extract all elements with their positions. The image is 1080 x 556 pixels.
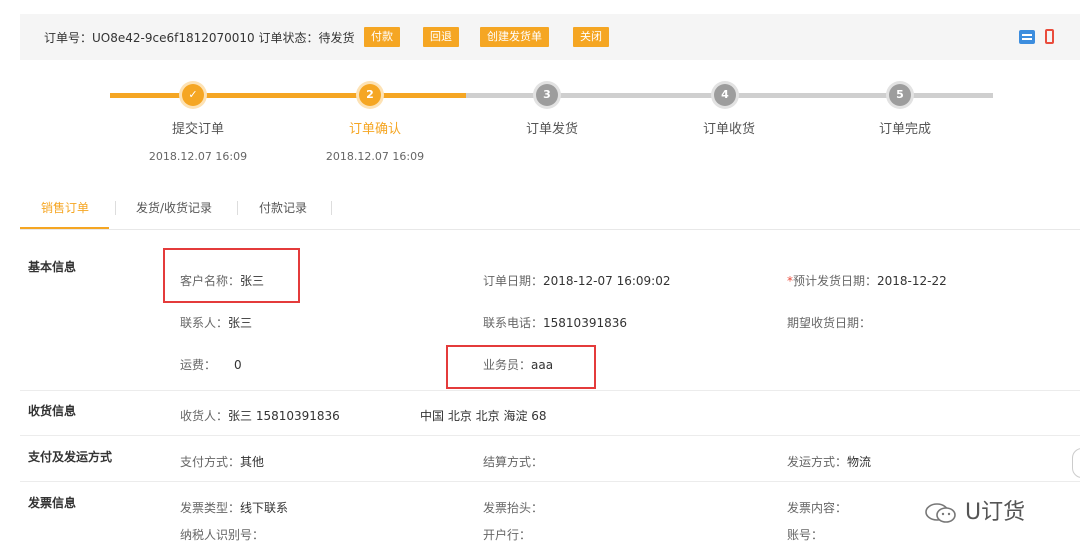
settlement-method-label: 结算方式：	[483, 455, 544, 469]
list-icon[interactable]	[1019, 30, 1035, 44]
create-shipment-button[interactable]: 创建发货单	[480, 27, 549, 47]
step-4-label: 订单收货	[702, 122, 755, 137]
section-invoice-info: 发票信息	[28, 496, 77, 510]
order-status-label: 订单状态：	[258, 31, 319, 45]
progress-track-done	[110, 93, 466, 98]
taxpayer-id-label: 纳税人识别号：	[180, 528, 265, 542]
receiver-value: 张三 15810391836	[228, 409, 340, 423]
account-label: 账号：	[787, 528, 824, 542]
order-header-bar: 订单号：UO8e42-9ce6f1812070010 订单状态：待发货 付款 回…	[20, 14, 1080, 60]
order-status: 待发货	[318, 31, 355, 45]
invoice-title-field: 发票抬头：	[483, 499, 543, 516]
freight-label: 运费：	[180, 358, 217, 372]
phone-value: 15810391836	[543, 316, 627, 330]
section-basic-info: 基本信息	[28, 260, 77, 274]
invoice-type-field: 发票类型：线下联系	[180, 499, 288, 516]
step-5-marker: 5	[889, 84, 911, 106]
receiver-field: 收货人：张三 15810391836	[180, 407, 340, 424]
step-3-marker: 3	[536, 84, 558, 106]
step-3-label: 订单发货	[525, 122, 578, 137]
contact-field: 联系人：张三	[180, 314, 252, 331]
receiver-label: 收货人：	[180, 409, 229, 423]
invoice-content-field: 发票内容：	[787, 499, 847, 516]
shipping-method-field: 发运方式：物流	[787, 453, 871, 470]
step-2-label: 订单确认	[348, 122, 401, 137]
order-date-field: 订单日期：2018-12-07 16:09:02	[483, 272, 670, 289]
invoice-content-label: 发票内容：	[787, 501, 848, 515]
order-number: UO8e42-9ce6f1812070010	[92, 31, 255, 45]
pay-button[interactable]: 付款	[364, 27, 400, 47]
expected-receive-date-label: 期望收货日期：	[787, 316, 872, 330]
account-field: 账号：	[787, 526, 823, 543]
highlight-box-salesperson	[446, 345, 596, 389]
expected-receive-date-field: 期望收货日期：	[787, 314, 871, 331]
step-2-time: 2018.12.07 16:09	[325, 150, 425, 163]
contact-label: 联系人：	[180, 316, 229, 330]
taxpayer-id-field: 纳税人识别号：	[180, 526, 264, 543]
invoice-type-label: 发票类型：	[180, 501, 241, 515]
section-receive-info: 收货信息	[28, 404, 77, 418]
order-date-value: 2018-12-07 16:09:02	[543, 274, 671, 288]
shipping-method-label: 发运方式：	[787, 455, 848, 469]
tab-sales-order[interactable]: 销售订单	[41, 199, 89, 216]
payment-method-value: 其他	[240, 455, 265, 469]
invoice-title-label: 发票抬头：	[483, 501, 544, 515]
row-divider	[20, 481, 1080, 482]
tab-divider	[115, 201, 116, 215]
tab-shipping-records[interactable]: 发货/收货记录	[136, 199, 212, 216]
bank-field: 开户行：	[483, 526, 531, 543]
shipping-method-value: 物流	[847, 455, 872, 469]
receive-address: 中国 北京 北京 海淀 68	[420, 409, 547, 423]
row-divider	[20, 390, 1080, 391]
watermark: U订货	[924, 494, 1025, 526]
contact-value: 张三	[228, 316, 253, 330]
watermark-text: U订货	[965, 500, 1026, 525]
payment-method-label: 支付方式：	[180, 455, 241, 469]
wechat-icon	[925, 503, 956, 523]
close-order-button[interactable]: 关闭	[573, 27, 609, 47]
phone-label: 联系电话：	[483, 316, 544, 330]
expected-ship-date-label: 预计发货日期：	[793, 274, 878, 288]
tab-divider	[237, 201, 238, 215]
step-2-marker: 2	[359, 84, 381, 106]
tab-divider	[331, 201, 332, 215]
order-info: 订单号：UO8e42-9ce6f1812070010 订单状态：待发货	[44, 29, 355, 46]
mobile-icon[interactable]	[1045, 29, 1054, 44]
step-1-check-icon: ✓	[182, 84, 204, 106]
tab-payment-records[interactable]: 付款记录	[259, 199, 307, 216]
row-divider	[20, 435, 1080, 436]
phone-field: 联系电话：15810391836	[483, 314, 627, 331]
settlement-method-field: 结算方式：	[483, 453, 543, 470]
tabs-divider-line	[20, 229, 1080, 230]
step-1-time: 2018.12.07 16:09	[148, 150, 248, 163]
highlight-box-customer	[163, 248, 300, 303]
invoice-type-value: 线下联系	[240, 501, 289, 515]
order-date-label: 订单日期：	[483, 274, 544, 288]
rollback-button[interactable]: 回退	[423, 27, 459, 47]
order-number-label: 订单号：	[44, 31, 93, 45]
section-payment-shipping: 支付及发运方式	[28, 450, 113, 464]
step-5-label: 订单完成	[878, 122, 931, 137]
payment-method-field: 支付方式：其他	[180, 453, 264, 470]
bank-label: 开户行：	[483, 528, 532, 542]
freight-field: 运费： 0	[180, 356, 242, 373]
freight-value: 0	[234, 358, 242, 372]
expected-ship-date-field: *预计发货日期：2018-12-22	[787, 272, 947, 289]
step-1-label: 提交订单	[171, 122, 224, 137]
expected-ship-date-value: 2018-12-22	[877, 274, 947, 288]
scroll-handle[interactable]	[1072, 448, 1080, 478]
step-4-marker: 4	[714, 84, 736, 106]
